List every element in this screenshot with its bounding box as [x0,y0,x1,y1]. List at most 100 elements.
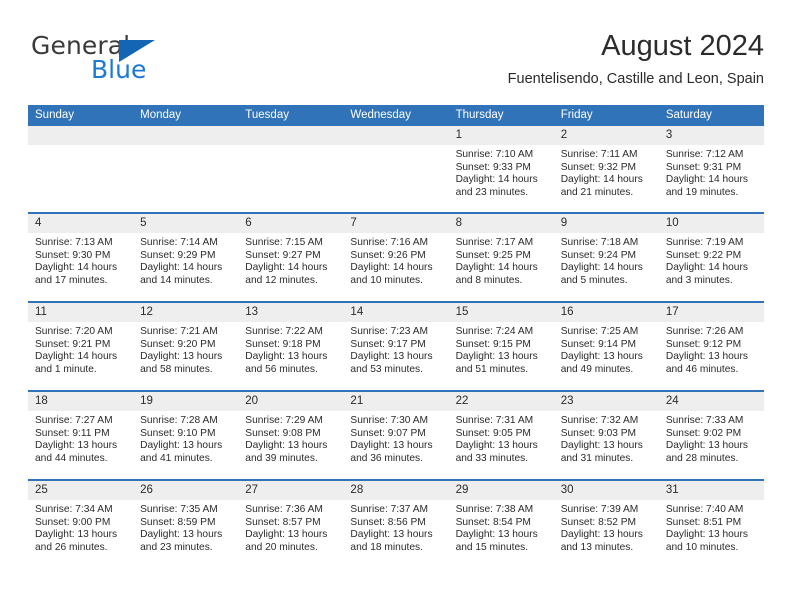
sunset-text: Sunset: 9:18 PM [245,338,321,350]
calendar-day-cell[interactable]: 24 Sunrise: 7:33 AM Sunset: 9:02 PM Dayligh… [658,392,764,479]
generalblue-logo[interactable]: General Blue [31,32,251,92]
day-of-week-friday: Friday [560,109,593,121]
logo-text-blue: Blue [91,55,147,84]
calendar-day-cell[interactable]: 25 Sunrise: 7:34 AM Sunset: 9:00 PM Dayligh… [28,481,134,568]
sunset-text: Sunset: 9:12 PM [665,338,742,350]
location-subtitle: Fuentelisendo, Castille and Leon, Spain [507,71,764,87]
sunrise-text: Sunrise: 7:12 AM [665,149,744,160]
day-sun-info: Sunrise: 7:15 AM Sunset: 9:27 PM Daylight:… [238,233,343,287]
sunset-text: Sunset: 8:56 PM [350,516,426,528]
sunset-text: Sunset: 9:24 PM [560,249,637,261]
sunset-text: Sunset: 9:30 PM [35,249,111,261]
day-number: 20 [238,392,344,411]
calendar-day-cell[interactable]: 5 Sunrise: 7:14 AM Sunset: 9:29 PM Daylight… [133,214,239,301]
calendar-empty-cell [28,126,134,212]
sunset-text: Sunset: 9:10 PM [140,427,216,439]
daylight-text: Daylight: 13 hours and 10 minutes. [665,529,748,553]
calendar-day-cell[interactable]: 2 Sunrise: 7:11 AM Sunset: 9:32 PM Daylight… [553,126,659,212]
sunset-text: Sunset: 8:51 PM [665,516,742,528]
day-number: 14 [343,303,449,322]
calendar-day-cell[interactable]: 30 Sunrise: 7:39 AM Sunset: 8:52 PM Dayligh… [553,481,659,568]
calendar-day-cell[interactable]: 9 Sunrise: 7:18 AM Sunset: 9:24 PM Daylight… [553,214,659,301]
sunrise-text: Sunrise: 7:17 AM [455,237,534,248]
day-number [343,126,449,145]
calendar-day-cell[interactable]: 26 Sunrise: 7:35 AM Sunset: 8:59 PM Dayligh… [133,481,239,568]
sunrise-text: Sunrise: 7:16 AM [350,237,429,248]
calendar-day-cell[interactable]: 19 Sunrise: 7:28 AM Sunset: 9:10 PM Dayligh… [133,392,239,479]
sunrise-text: Sunrise: 7:13 AM [35,237,113,248]
sunset-text: Sunset: 9:27 PM [245,249,321,261]
month-calendar: Sunday Monday Tuesday Wednesday Thursday Frid… [28,105,764,568]
calendar-empty-cell [133,126,239,212]
calendar-day-cell[interactable]: 10 Sunrise: 7:19 AM Sunset: 9:22 PM Dayligh… [658,214,764,301]
day-sun-info: Sunrise: 7:33 AM Sunset: 9:02 PM Daylight:… [659,411,764,465]
sunrise-text: Sunrise: 7:21 AM [140,326,218,337]
calendar-day-cell[interactable]: 13 Sunrise: 7:22 AM Sunset: 9:18 PM Dayligh… [238,303,344,390]
daylight-text: Daylight: 13 hours and 49 minutes. [560,351,643,375]
day-of-week-thursday: Thursday [455,109,504,121]
sunrise-text: Sunrise: 7:37 AM [350,504,429,515]
calendar-day-cell[interactable]: 21 Sunrise: 7:30 AM Sunset: 9:07 PM Dayligh… [343,392,449,479]
sunrise-text: Sunrise: 7:19 AM [665,237,744,248]
sunrise-text: Sunrise: 7:34 AM [35,504,113,515]
day-number: 8 [448,214,554,233]
calendar-day-cell[interactable]: 29 Sunrise: 7:38 AM Sunset: 8:54 PM Dayligh… [448,481,554,568]
day-number: 10 [658,214,764,233]
calendar-day-cell[interactable]: 16 Sunrise: 7:25 AM Sunset: 9:14 PM Dayligh… [553,303,659,390]
day-sun-info: Sunrise: 7:16 AM Sunset: 9:26 PM Daylight:… [343,233,448,287]
sunset-text: Sunset: 9:08 PM [245,427,321,439]
calendar-day-cell[interactable]: 18 Sunrise: 7:27 AM Sunset: 9:11 PM Dayligh… [28,392,134,479]
day-sun-info: Sunrise: 7:23 AM Sunset: 9:17 PM Daylight:… [343,322,448,376]
day-number: 21 [343,392,449,411]
calendar-day-cell[interactable]: 15 Sunrise: 7:24 AM Sunset: 9:15 PM Dayligh… [448,303,554,390]
calendar-week-row: 4 Sunrise: 7:13 AM Sunset: 9:30 PM Daylight… [28,212,764,301]
sunrise-text: Sunrise: 7:38 AM [455,504,534,515]
sunset-text: Sunset: 9:15 PM [455,338,531,350]
daylight-text: Daylight: 13 hours and 13 minutes. [560,529,643,553]
calendar-day-cell[interactable]: 8 Sunrise: 7:17 AM Sunset: 9:25 PM Daylight… [448,214,554,301]
daylight-text: Daylight: 13 hours and 31 minutes. [560,440,643,464]
daylight-text: Daylight: 14 hours and 23 minutes. [455,174,538,198]
day-of-week-saturday: Saturday [665,109,712,121]
calendar-day-cell[interactable]: 27 Sunrise: 7:36 AM Sunset: 8:57 PM Dayligh… [238,481,344,568]
day-number: 15 [448,303,554,322]
sunrise-text: Sunrise: 7:33 AM [665,415,744,426]
calendar-week-row: 18 Sunrise: 7:27 AM Sunset: 9:11 PM Dayligh… [28,390,764,479]
calendar-day-cell[interactable]: 4 Sunrise: 7:13 AM Sunset: 9:30 PM Daylight… [28,214,134,301]
calendar-day-cell[interactable]: 14 Sunrise: 7:23 AM Sunset: 9:17 PM Dayligh… [343,303,449,390]
calendar-day-cell[interactable]: 6 Sunrise: 7:15 AM Sunset: 9:27 PM Daylight… [238,214,344,301]
day-number [133,126,239,145]
daylight-text: Daylight: 14 hours and 5 minutes. [560,262,643,286]
calendar-day-cell[interactable]: 1 Sunrise: 7:10 AM Sunset: 9:33 PM Daylight… [448,126,554,212]
daylight-text: Daylight: 13 hours and 44 minutes. [35,440,118,464]
day-sun-info: Sunrise: 7:25 AM Sunset: 9:14 PM Daylight:… [554,322,659,376]
sunset-text: Sunset: 9:14 PM [560,338,637,350]
day-sun-info: Sunrise: 7:29 AM Sunset: 9:08 PM Daylight:… [238,411,343,465]
calendar-day-cell[interactable]: 12 Sunrise: 7:21 AM Sunset: 9:20 PM Dayligh… [133,303,239,390]
day-number: 17 [658,303,764,322]
day-number: 13 [238,303,344,322]
calendar-day-cell[interactable]: 31 Sunrise: 7:40 AM Sunset: 8:51 PM Dayligh… [658,481,764,568]
calendar-day-cell[interactable]: 23 Sunrise: 7:32 AM Sunset: 9:03 PM Dayligh… [553,392,659,479]
sunset-text: Sunset: 9:03 PM [560,427,637,439]
daylight-text: Daylight: 13 hours and 26 minutes. [35,529,118,553]
day-sun-info: Sunrise: 7:39 AM Sunset: 8:52 PM Daylight:… [554,500,659,554]
calendar-day-cell[interactable]: 11 Sunrise: 7:20 AM Sunset: 9:21 PM Dayligh… [28,303,134,390]
calendar-day-cell[interactable]: 7 Sunrise: 7:16 AM Sunset: 9:26 PM Daylight… [343,214,449,301]
daylight-text: Daylight: 14 hours and 8 minutes. [455,262,538,286]
calendar-day-cell[interactable]: 17 Sunrise: 7:26 AM Sunset: 9:12 PM Dayligh… [658,303,764,390]
day-number: 9 [553,214,659,233]
day-number: 24 [658,392,764,411]
day-sun-info: Sunrise: 7:12 AM Sunset: 9:31 PM Daylight:… [659,145,764,199]
sunrise-text: Sunrise: 7:39 AM [560,504,639,515]
calendar-day-cell[interactable]: 20 Sunrise: 7:29 AM Sunset: 9:08 PM Dayligh… [238,392,344,479]
day-of-week-wednesday: Wednesday [350,109,411,121]
calendar-page: General Blue August 2024 Fuentelisendo, … [0,0,792,612]
calendar-day-cell[interactable]: 28 Sunrise: 7:37 AM Sunset: 8:56 PM Dayligh… [343,481,449,568]
sunrise-text: Sunrise: 7:23 AM [350,326,429,337]
sunset-text: Sunset: 9:21 PM [35,338,111,350]
daylight-text: Daylight: 13 hours and 33 minutes. [455,440,538,464]
sunrise-text: Sunrise: 7:28 AM [140,415,218,426]
calendar-day-cell[interactable]: 22 Sunrise: 7:31 AM Sunset: 9:05 PM Dayligh… [448,392,554,479]
calendar-day-cell[interactable]: 3 Sunrise: 7:12 AM Sunset: 9:31 PM Daylight… [658,126,764,212]
